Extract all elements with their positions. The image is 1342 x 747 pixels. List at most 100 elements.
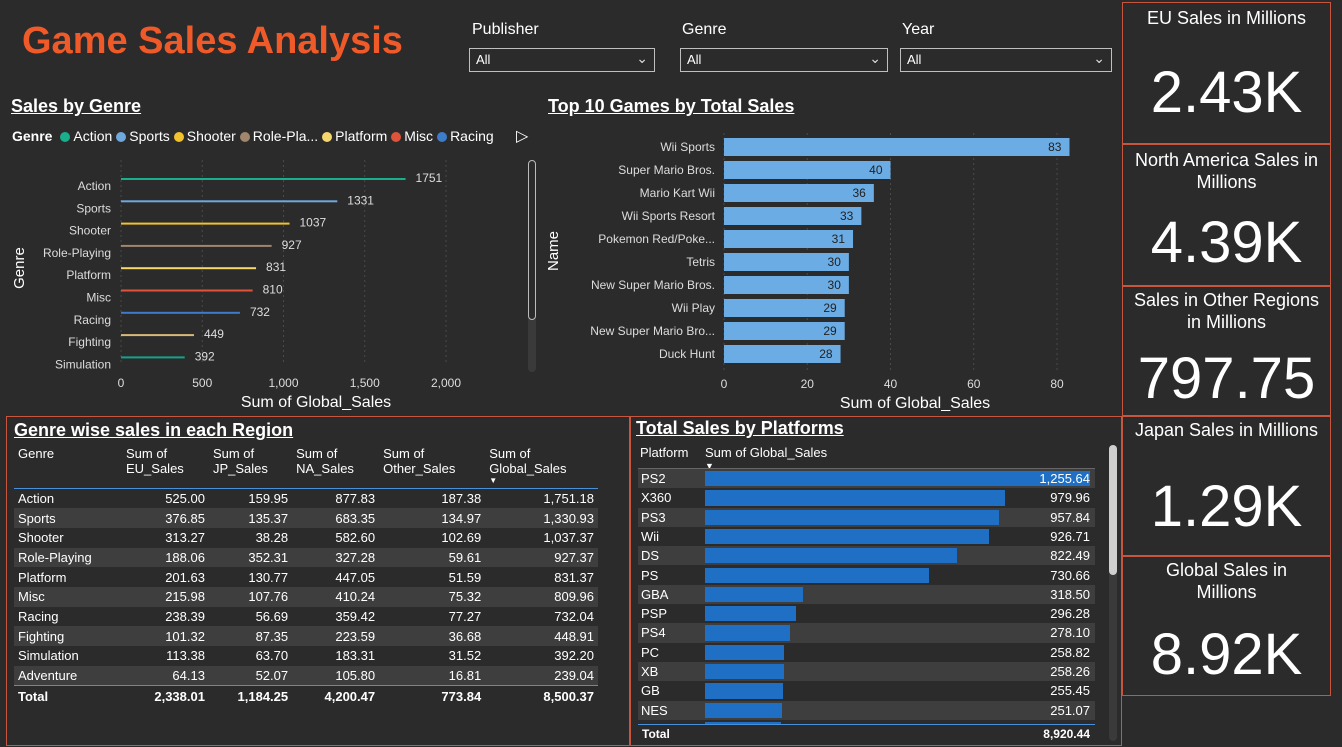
column-header[interactable]: Genre — [14, 446, 122, 488]
table-row[interactable]: PS 730.66 — [638, 566, 1095, 585]
chevron-down-icon: ⌄ — [1093, 50, 1105, 66]
y-tick-label: Racing — [74, 313, 111, 327]
publisher-slicer[interactable]: All ⌄ — [469, 48, 655, 72]
table-row[interactable]: PS2 1,255.64 — [638, 469, 1095, 489]
scrollbar-thumb[interactable] — [1109, 445, 1117, 575]
platform-label: DS — [641, 548, 660, 564]
platform-bar — [705, 528, 990, 545]
genre-bar[interactable] — [121, 311, 240, 314]
y-tick-label: Misc — [86, 291, 111, 305]
game-bar[interactable] — [724, 138, 1070, 156]
table-cell: 732.04 — [554, 608, 594, 624]
game-bar[interactable] — [724, 184, 874, 202]
genre-bar[interactable] — [121, 244, 272, 247]
platform-bar — [705, 490, 1006, 506]
genre-bar[interactable] — [121, 178, 406, 180]
kpi-value: 8.92K — [1150, 622, 1303, 687]
sales-col-header: Sum of Global_Sales — [705, 445, 828, 460]
kpi-title: North America Sales in Millions — [1134, 150, 1319, 192]
platform-value: 278.10 — [1050, 625, 1090, 641]
table-row[interactable]: GB 255.45 — [638, 681, 1095, 700]
table-row[interactable]: Platform 201.63 130.77 447.05 51.59 831.37 — [14, 567, 598, 587]
table-cell: 1,330.93 — [543, 510, 594, 526]
table-cell: Platform — [18, 569, 67, 585]
table-row[interactable]: GBA 318.50 — [638, 584, 1095, 605]
platform-scrollbar[interactable] — [1109, 445, 1117, 741]
legend-label: Role-Pla... — [252, 128, 319, 144]
data-label: 927 — [282, 238, 302, 252]
legend-next-icon[interactable]: ▷ — [516, 126, 528, 146]
x-tick-label: 2,000 — [431, 376, 461, 390]
table-cell: 215.98 — [165, 589, 205, 605]
table-cell: 56.69 — [255, 608, 289, 624]
platform-rows: PS2 1,255.64 X360 979.96 PS3 957.84 Wii 926.71 D… — [638, 469, 1095, 724]
column-header[interactable]: Sum of JP_Sales — [209, 446, 292, 488]
table-row[interactable]: Role-Playing 188.06 352.31 327.28 59.61 927.3… — [14, 547, 598, 568]
platform-label: PS4 — [641, 625, 666, 641]
year-slicer[interactable]: All ⌄ — [900, 48, 1112, 72]
table-row[interactable]: Misc 215.98 107.76 410.24 75.32 809.96 — [14, 586, 598, 607]
table-row[interactable]: Action 525.00 159.95 877.83 187.38 1,751.18 — [14, 488, 598, 508]
table-cell: 113.38 — [166, 648, 205, 664]
table-row[interactable]: DS 822.49 — [638, 546, 1095, 566]
table-cell: 101.32 — [165, 628, 205, 644]
column-header[interactable]: Sum of Other_Sales — [379, 446, 485, 488]
table-cell: 582.60 — [335, 530, 376, 546]
legend-dot-icon — [437, 132, 448, 142]
table-row[interactable]: Racing 238.39 56.69 359.42 77.27 732.04 — [14, 607, 598, 627]
table-row[interactable]: Adventure 64.13 52.07 105.80 16.81 239.04 — [14, 665, 598, 686]
genre-slicer[interactable]: All ⌄ — [680, 48, 888, 72]
table-row[interactable]: XB 258.26 — [638, 662, 1095, 682]
table-row[interactable]: Fighting 101.32 87.35 223.59 36.68 448.91 — [14, 626, 598, 646]
table-row[interactable]: Simulation 113.38 63.70 183.31 31.52 392.20 — [14, 646, 598, 666]
table-row[interactable]: Shooter 313.27 38.28 582.60 102.69 1,037.37 — [14, 528, 598, 548]
sort-desc-icon[interactable]: ▼ — [489, 476, 594, 485]
column-header[interactable]: Sum of EU_Sales — [122, 446, 209, 488]
legend-label: Racing — [450, 128, 494, 144]
table-cell: 16.81 — [448, 668, 482, 684]
column-header[interactable]: Sum of NA_Sales — [292, 446, 379, 488]
genre-bar[interactable] — [121, 267, 257, 270]
kpi-global: Global Sales in Millions 8.92K — [1122, 556, 1331, 696]
table-row[interactable]: X360 979.96 — [638, 488, 1095, 507]
legend-item[interactable]: Role-Pla... — [236, 128, 318, 144]
x-tick-label: 0 — [721, 377, 728, 391]
platform-bar — [705, 664, 785, 680]
kpi-value: 1.29K — [1150, 474, 1303, 539]
table-row[interactable]: PSP 296.28 — [638, 604, 1095, 623]
data-label: 40 — [869, 163, 883, 177]
chevron-down-icon: ⌄ — [636, 50, 648, 66]
legend-item[interactable]: Misc — [387, 128, 433, 144]
data-label: 30 — [828, 278, 842, 292]
table-cell: 327.28 — [335, 549, 376, 565]
column-header[interactable]: Sum of Global_Sales ▼ — [485, 446, 598, 488]
platform-value: 258.82 — [1050, 644, 1090, 660]
platform-label: GBA — [641, 586, 669, 602]
genre-bar[interactable] — [121, 289, 253, 292]
platform-label: PS — [641, 567, 659, 583]
table-row[interactable]: PS4 278.10 — [638, 623, 1095, 643]
genre-bar[interactable] — [121, 200, 338, 203]
table-row[interactable]: Sports 376.85 135.37 683.35 134.97 1,330.93 — [14, 508, 598, 528]
y-tick-label: New Super Mario Bro... — [590, 324, 715, 338]
table-cell: 313.27 — [165, 530, 205, 546]
genre-bar[interactable] — [121, 222, 290, 225]
table-row[interactable]: Wii 926.71 — [638, 527, 1095, 546]
x-tick-label: 0 — [118, 376, 125, 390]
legend-item[interactable]: Action — [56, 128, 112, 144]
legend-item[interactable]: Sports — [112, 128, 170, 144]
kpi-title: Japan Sales in Millions — [1134, 420, 1319, 440]
platform-bar — [705, 625, 791, 641]
platform-label: Wii — [641, 528, 660, 544]
legend-item[interactable]: Platform — [318, 128, 387, 144]
legend-title: Genre — [12, 128, 53, 144]
genre-bar[interactable] — [121, 334, 194, 337]
table-row[interactable]: NES 251.07 — [638, 700, 1095, 720]
table-row[interactable]: PC 258.82 — [638, 643, 1095, 662]
table-row[interactable]: PS3 957.84 — [638, 507, 1095, 527]
legend-item[interactable]: Shooter — [170, 128, 236, 144]
legend-item[interactable]: Racing — [433, 128, 494, 144]
table-cell: 1,037.37 — [543, 530, 594, 546]
genre-bar[interactable] — [121, 356, 185, 359]
game-bar[interactable] — [724, 161, 891, 179]
